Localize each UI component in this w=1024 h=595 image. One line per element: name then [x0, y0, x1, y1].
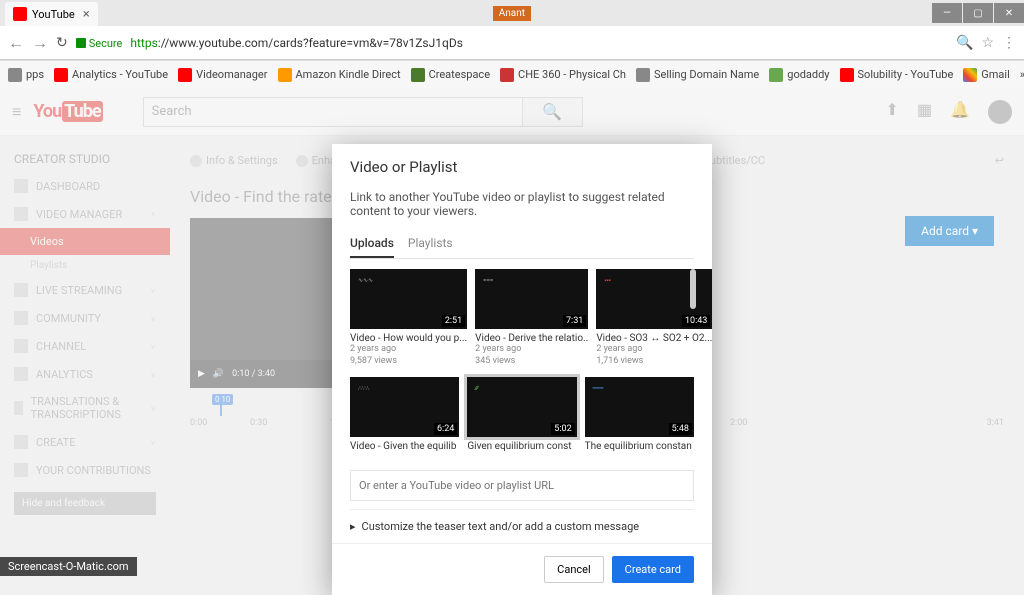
video-item-selected[interactable]: ∕∕∕5:02 Given equilibrium const — [467, 377, 576, 452]
search-input[interactable] — [143, 97, 523, 127]
minimize-button[interactable]: — — [932, 3, 962, 23]
sidebar-item-create[interactable]: CREATE∨ — [0, 428, 170, 456]
modal-title: Video or Playlist — [332, 144, 712, 190]
bookmark-star-icon[interactable]: ☆ — [981, 35, 994, 51]
bookmark-item[interactable]: CHE 360 - Physical Ch — [500, 68, 626, 82]
video-icon — [14, 207, 28, 221]
video-item[interactable]: ∴∵∴6:24 Video - Given the equilib — [350, 377, 459, 452]
sidebar-item-video-manager[interactable]: VIDEO MANAGER∧ — [0, 200, 170, 228]
user-chip[interactable]: Anant — [493, 6, 531, 21]
upload-icon[interactable]: ⬆ — [886, 100, 899, 124]
browser-tab[interactable]: YouTube × — [5, 2, 98, 26]
url-input[interactable] — [350, 470, 694, 501]
maximize-button[interactable]: ▢ — [963, 3, 993, 23]
bookmark-item[interactable]: godaddy — [769, 68, 829, 82]
notifications-icon[interactable]: 🔔 — [950, 100, 970, 124]
analytics-icon — [14, 367, 28, 381]
sidebar-sub-videos[interactable]: Videos — [0, 228, 170, 255]
sidebar-item-dashboard[interactable]: DASHBOARD — [0, 172, 170, 200]
close-icon[interactable]: × — [83, 7, 90, 22]
bookmark-item[interactable]: Selling Domain Name — [636, 68, 759, 82]
video-grid-row2: ∴∵∴6:24 Video - Given the equilib ∕∕∕5:0… — [350, 377, 694, 462]
lock-icon — [76, 38, 86, 48]
live-icon — [14, 283, 28, 297]
pencil-icon — [190, 155, 202, 167]
tab-info[interactable]: Info & Settings — [190, 154, 278, 167]
bookmark-item[interactable]: Videomanager — [178, 68, 267, 82]
community-icon — [14, 311, 28, 325]
address-bar: ← → ↻ Secure https://www.youtube.com/car… — [0, 26, 1024, 60]
tab-playlists[interactable]: Playlists — [408, 230, 453, 258]
bookmark-item[interactable]: Gmail — [963, 68, 1009, 82]
search-form: 🔍 — [143, 97, 583, 127]
timeline-cursor[interactable] — [220, 396, 222, 416]
close-button[interactable]: ✕ — [994, 3, 1024, 23]
contributions-icon — [14, 463, 28, 477]
video-item[interactable]: ≈≈≈7:31 Video - Derive the relatio.. 2 y… — [475, 269, 588, 367]
video-item[interactable]: ∿∿∿2:51 Video - How would you p... 2 yea… — [350, 269, 467, 367]
forward-button[interactable]: → — [32, 33, 48, 53]
sidebar-item-analytics[interactable]: ANALYTICS∨ — [0, 360, 170, 388]
watermark: Screencast-O-Matic.com — [0, 557, 137, 576]
browser-chrome: YouTube × Anant — ▢ ✕ ← → ↻ Secure https… — [0, 0, 1024, 60]
cancel-button[interactable]: Cancel — [544, 556, 603, 583]
video-item[interactable]: ━━━5:48 The equilibrium constan — [585, 377, 694, 452]
window-controls: — ▢ ✕ — [931, 3, 1024, 23]
menu-icon[interactable]: ⋮ — [1002, 35, 1016, 51]
create-icon — [14, 435, 28, 449]
create-card-button[interactable]: Create card — [612, 556, 694, 583]
bookmarks-bar: pps Analytics - YouTube Videomanager Ama… — [0, 60, 1024, 88]
avatar[interactable] — [988, 100, 1012, 124]
sidebar-sub-playlists[interactable]: Playlists — [0, 255, 170, 276]
sidebar-item-live[interactable]: LIVE STREAMING∨ — [0, 276, 170, 304]
bookmark-item[interactable]: Amazon Kindle Direct — [278, 68, 401, 82]
wand-icon — [296, 155, 308, 167]
apps-icon[interactable]: ▦ — [917, 100, 932, 124]
sidebar-item-translations[interactable]: TRANSLATIONS & TRANSCRIPTIONS∨ — [0, 388, 170, 428]
scrollbar[interactable] — [690, 269, 696, 309]
bookmarks-overflow[interactable]: » — [1020, 68, 1024, 81]
play-icon[interactable]: ▶ — [198, 369, 205, 379]
tab-title: YouTube — [32, 8, 75, 21]
bookmark-item[interactable]: Solubility - YouTube — [840, 68, 954, 82]
hamburger-icon[interactable]: ≡ — [12, 102, 21, 122]
hide-feedback-button[interactable]: Hide and feedback — [14, 492, 156, 515]
bookmark-item[interactable]: pps — [8, 68, 44, 82]
timeline-cursor-label: 0:10 — [212, 394, 233, 405]
modal-video-playlist: Video or Playlist Link to another YouTub… — [332, 144, 712, 595]
search-button[interactable]: 🔍 — [523, 97, 583, 127]
player-time: 0:10 / 3:40 — [232, 369, 275, 379]
customize-expand[interactable]: ▸ Customize the teaser text and/or add a… — [350, 509, 694, 543]
bookmark-item[interactable]: Analytics - YouTube — [54, 68, 168, 82]
sidebar-item-channel[interactable]: CHANNEL∨ — [0, 332, 170, 360]
youtube-logo[interactable]: YouTube — [33, 101, 102, 122]
reload-button[interactable]: ↻ — [56, 35, 68, 51]
back-button[interactable]: ← — [8, 33, 24, 53]
modal-tabs: Uploads Playlists — [350, 230, 694, 259]
sidebar-title: CREATOR STUDIO — [0, 146, 170, 172]
add-card-button[interactable]: Add card ▾ — [905, 216, 994, 246]
translate-icon — [14, 401, 23, 415]
sidebar-item-contributions[interactable]: YOUR CONTRIBUTIONS — [0, 456, 170, 484]
video-grid: ∿∿∿2:51 Video - How would you p... 2 yea… — [350, 259, 694, 377]
video-player[interactable]: ▶ 🔊 0:10 / 3:40 — [190, 218, 350, 388]
sidebar: CREATOR STUDIO DASHBOARD VIDEO MANAGER∧ … — [0, 136, 170, 576]
url-field[interactable]: https://www.youtube.com/cards?feature=vm… — [130, 36, 948, 50]
youtube-favicon-icon — [13, 7, 27, 21]
channel-icon — [14, 339, 28, 353]
youtube-header: ≡ YouTube 🔍 ⬆ ▦ 🔔 — [0, 88, 1024, 136]
bookmark-item[interactable]: Createspace — [411, 68, 490, 82]
tab-uploads[interactable]: Uploads — [350, 230, 394, 258]
tab-bar: YouTube × Anant — ▢ ✕ — [0, 0, 1024, 26]
return-button[interactable]: ↩ — [995, 154, 1004, 167]
secure-indicator: Secure — [76, 37, 123, 50]
volume-icon[interactable]: 🔊 — [213, 369, 224, 379]
modal-description: Link to another YouTube video or playlis… — [350, 190, 694, 218]
search-icon[interactable]: 🔍 — [956, 35, 973, 51]
sidebar-item-community[interactable]: COMMUNITY∨ — [0, 304, 170, 332]
dashboard-icon — [14, 179, 28, 193]
chevron-right-icon: ▸ — [350, 520, 356, 533]
